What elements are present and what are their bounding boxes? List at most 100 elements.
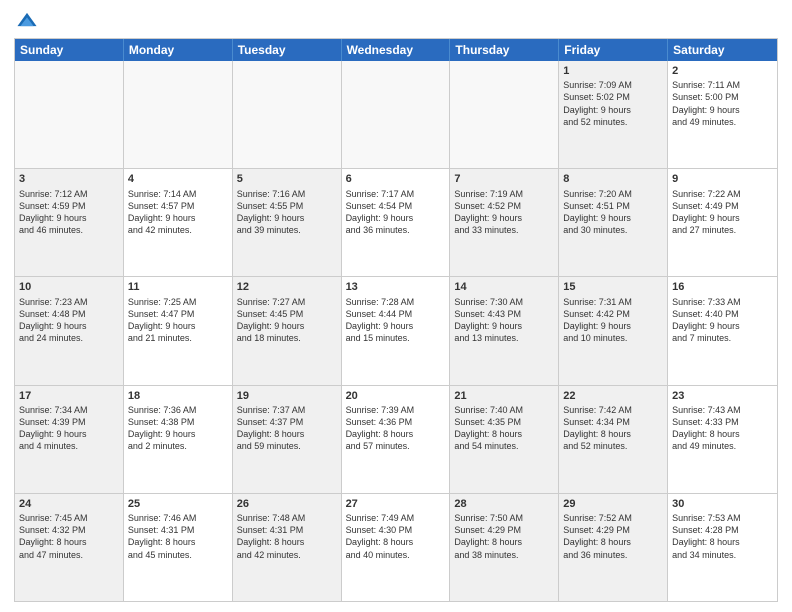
cell-info: Sunrise: 7:27 AM Sunset: 4:45 PM Dayligh… [237,296,337,345]
header [14,10,778,32]
cell-info: Sunrise: 7:11 AM Sunset: 5:00 PM Dayligh… [672,79,773,128]
cell-info: Sunrise: 7:40 AM Sunset: 4:35 PM Dayligh… [454,404,554,453]
cal-row-0: 1Sunrise: 7:09 AM Sunset: 5:02 PM Daylig… [15,61,777,168]
cell-info: Sunrise: 7:33 AM Sunset: 4:40 PM Dayligh… [672,296,773,345]
cell-info: Sunrise: 7:48 AM Sunset: 4:31 PM Dayligh… [237,512,337,561]
cal-row-4: 24Sunrise: 7:45 AM Sunset: 4:32 PM Dayli… [15,493,777,601]
header-day-friday: Friday [559,39,668,61]
cal-cell-27: 27Sunrise: 7:49 AM Sunset: 4:30 PM Dayli… [342,494,451,601]
cell-info: Sunrise: 7:31 AM Sunset: 4:42 PM Dayligh… [563,296,663,345]
calendar-body: 1Sunrise: 7:09 AM Sunset: 5:02 PM Daylig… [15,61,777,601]
calendar-header: SundayMondayTuesdayWednesdayThursdayFrid… [15,39,777,61]
day-number: 1 [563,64,663,78]
cal-cell-4: 4Sunrise: 7:14 AM Sunset: 4:57 PM Daylig… [124,169,233,276]
day-number: 17 [19,389,119,403]
cal-cell-empty-0-2 [233,61,342,168]
cal-cell-3: 3 Sunrise: 7:12 AM Sunset: 4:59 PM Daylig… [15,169,124,276]
cell-info: Sunrise: 7:46 AM Sunset: 4:31 PM Dayligh… [128,512,228,561]
day-number: 18 [128,389,228,403]
cell-info: Sunrise: 7:49 AM Sunset: 4:30 PM Dayligh… [346,512,446,561]
cal-cell-2: 2Sunrise: 7:11 AM Sunset: 5:00 PM Daylig… [668,61,777,168]
cal-cell-18: 18Sunrise: 7:36 AM Sunset: 4:38 PM Dayli… [124,386,233,493]
cal-cell-23: 23Sunrise: 7:43 AM Sunset: 4:33 PM Dayli… [668,386,777,493]
cal-cell-empty-0-1 [124,61,233,168]
day-number: 15 [563,280,663,294]
cell-info: Sunrise: 7:17 AM Sunset: 4:54 PM Dayligh… [346,188,446,237]
cal-cell-25: 25Sunrise: 7:46 AM Sunset: 4:31 PM Dayli… [124,494,233,601]
day-number: 19 [237,389,337,403]
header-day-sunday: Sunday [15,39,124,61]
cell-info: Sunrise: 7:34 AM Sunset: 4:39 PM Dayligh… [19,404,119,453]
cal-cell-13: 13 Sunrise: 7:28 AM Sunset: 4:44 PM Dayli… [342,277,451,384]
cal-cell-11: 11 Sunrise: 7:25 AM Sunset: 4:47 PM Dayli… [124,277,233,384]
cal-cell-6: 6 Sunrise: 7:17 AM Sunset: 4:54 PM Daylig… [342,169,451,276]
day-number: 24 [19,497,119,511]
cal-cell-7: 7Sunrise: 7:19 AM Sunset: 4:52 PM Daylig… [450,169,559,276]
cal-cell-20: 20Sunrise: 7:39 AM Sunset: 4:36 PM Dayli… [342,386,451,493]
day-number: 21 [454,389,554,403]
day-number: 13 [346,280,446,294]
day-number: 26 [237,497,337,511]
day-number: 25 [128,497,228,511]
cell-info: Sunrise: 7:42 AM Sunset: 4:34 PM Dayligh… [563,404,663,453]
cal-cell-12: 12 Sunrise: 7:27 AM Sunset: 4:45 PM Dayli… [233,277,342,384]
cell-info: Sunrise: 7:28 AM Sunset: 4:44 PM Dayligh… [346,296,446,345]
day-number: 10 [19,280,119,294]
header-day-tuesday: Tuesday [233,39,342,61]
day-number: 27 [346,497,446,511]
cal-row-3: 17Sunrise: 7:34 AM Sunset: 4:39 PM Dayli… [15,385,777,493]
cell-info: Sunrise: 7:45 AM Sunset: 4:32 PM Dayligh… [19,512,119,561]
page: SundayMondayTuesdayWednesdayThursdayFrid… [0,0,792,612]
cal-cell-14: 14 Sunrise: 7:30 AM Sunset: 4:43 PM Dayli… [450,277,559,384]
cal-cell-15: 15 Sunrise: 7:31 AM Sunset: 4:42 PM Dayli… [559,277,668,384]
header-day-monday: Monday [124,39,233,61]
day-number: 8 [563,172,663,186]
cal-cell-empty-0-4 [450,61,559,168]
cell-info: Sunrise: 7:30 AM Sunset: 4:43 PM Dayligh… [454,296,554,345]
cell-info: Sunrise: 7:16 AM Sunset: 4:55 PM Dayligh… [237,188,337,237]
calendar: SundayMondayTuesdayWednesdayThursdayFrid… [14,38,778,602]
cell-info: Sunrise: 7:14 AM Sunset: 4:57 PM Dayligh… [128,188,228,237]
cal-cell-19: 19Sunrise: 7:37 AM Sunset: 4:37 PM Dayli… [233,386,342,493]
cal-cell-1: 1Sunrise: 7:09 AM Sunset: 5:02 PM Daylig… [559,61,668,168]
day-number: 12 [237,280,337,294]
cell-info: Sunrise: 7:09 AM Sunset: 5:02 PM Dayligh… [563,79,663,128]
cal-cell-28: 28Sunrise: 7:50 AM Sunset: 4:29 PM Dayli… [450,494,559,601]
day-number: 20 [346,389,446,403]
cell-info: Sunrise: 7:53 AM Sunset: 4:28 PM Dayligh… [672,512,773,561]
cell-info: Sunrise: 7:52 AM Sunset: 4:29 PM Dayligh… [563,512,663,561]
header-day-wednesday: Wednesday [342,39,451,61]
logo [14,10,40,32]
cal-cell-21: 21Sunrise: 7:40 AM Sunset: 4:35 PM Dayli… [450,386,559,493]
cal-cell-empty-0-3 [342,61,451,168]
day-number: 30 [672,497,773,511]
logo-icon [16,10,38,32]
day-number: 29 [563,497,663,511]
cal-cell-empty-0-0 [15,61,124,168]
day-number: 14 [454,280,554,294]
header-day-saturday: Saturday [668,39,777,61]
cell-info: Sunrise: 7:43 AM Sunset: 4:33 PM Dayligh… [672,404,773,453]
cell-info: Sunrise: 7:12 AM Sunset: 4:59 PM Dayligh… [19,188,119,237]
cell-info: Sunrise: 7:37 AM Sunset: 4:37 PM Dayligh… [237,404,337,453]
cal-cell-29: 29Sunrise: 7:52 AM Sunset: 4:29 PM Dayli… [559,494,668,601]
day-number: 5 [237,172,337,186]
cell-info: Sunrise: 7:20 AM Sunset: 4:51 PM Dayligh… [563,188,663,237]
cal-cell-16: 16Sunrise: 7:33 AM Sunset: 4:40 PM Dayli… [668,277,777,384]
cell-info: Sunrise: 7:25 AM Sunset: 4:47 PM Dayligh… [128,296,228,345]
header-day-thursday: Thursday [450,39,559,61]
day-number: 11 [128,280,228,294]
cal-cell-24: 24Sunrise: 7:45 AM Sunset: 4:32 PM Dayli… [15,494,124,601]
cell-info: Sunrise: 7:22 AM Sunset: 4:49 PM Dayligh… [672,188,773,237]
day-number: 6 [346,172,446,186]
day-number: 3 [19,172,119,186]
cal-cell-9: 9Sunrise: 7:22 AM Sunset: 4:49 PM Daylig… [668,169,777,276]
day-number: 28 [454,497,554,511]
day-number: 22 [563,389,663,403]
cell-info: Sunrise: 7:36 AM Sunset: 4:38 PM Dayligh… [128,404,228,453]
cal-cell-26: 26Sunrise: 7:48 AM Sunset: 4:31 PM Dayli… [233,494,342,601]
cell-info: Sunrise: 7:39 AM Sunset: 4:36 PM Dayligh… [346,404,446,453]
cal-cell-30: 30Sunrise: 7:53 AM Sunset: 4:28 PM Dayli… [668,494,777,601]
day-number: 2 [672,64,773,78]
cal-cell-10: 10Sunrise: 7:23 AM Sunset: 4:48 PM Dayli… [15,277,124,384]
